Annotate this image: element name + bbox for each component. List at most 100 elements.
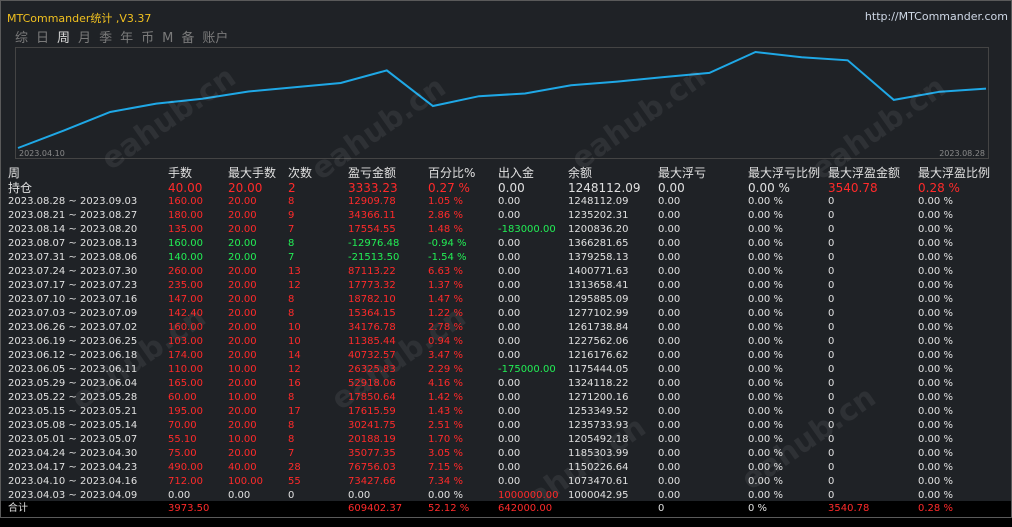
cell-lots: 135.00 xyxy=(168,224,203,235)
cell-week: 2023.07.31 ~ 2023.08.06 xyxy=(8,252,138,263)
cell-percent: 3.05 % xyxy=(428,448,463,459)
cell-cash-flow: 0.00 xyxy=(498,196,521,207)
weekly-stats-table: 周 手数 最大手数 次数 盈亏金额 百分比% 出入金 余额 最大浮亏 最大浮亏比例 最大浮盈金额 最大… xyxy=(8,165,1010,503)
cell-balance: 1313658.41 xyxy=(568,280,629,291)
cell-cash-flow: 出入金 xyxy=(498,166,535,180)
cell-cash-flow: 0.00 xyxy=(498,336,521,347)
cell-max-lots: 10.00 xyxy=(228,434,257,445)
cell-cash-flow: 0.00 xyxy=(498,210,521,221)
cell-max-float-loss: 0.00 xyxy=(658,322,681,333)
cell-max-float-loss-ratio: 0.00 % xyxy=(748,448,783,459)
website-link[interactable]: http://MTCommander.com xyxy=(865,10,1008,23)
tab-1[interactable]: 日 xyxy=(36,31,49,47)
cell-count: 次数 xyxy=(288,166,313,180)
cell-pnl: 87113.22 xyxy=(348,266,396,277)
tab-8[interactable]: 备 xyxy=(181,31,194,47)
cell-max-float-loss: 0.00 xyxy=(658,434,681,445)
cell-max-float-profit: 0 xyxy=(828,252,835,263)
cell-week: 2023.06.26 ~ 2023.07.02 xyxy=(8,322,138,333)
cell-max-float-loss: 0.00 xyxy=(658,476,681,487)
cell-cash-flow: 0.00 xyxy=(498,406,521,417)
cell-max-float-profit: 0 xyxy=(828,210,835,221)
cell-max-float-loss: 0.00 xyxy=(658,392,681,403)
cell-max-float-loss: 0.00 xyxy=(658,266,681,277)
cell-max-float-profit-ratio: 0.00 % xyxy=(918,308,953,319)
cell-cash-flow: 0.00 xyxy=(498,181,525,195)
cell-max-float-profit: 0 xyxy=(828,224,835,235)
cell-max-float-profit-ratio: 0.28 % xyxy=(918,181,960,195)
table-row: 2023.05.01 ~ 2023.05.07 55.10 10.00 8 20188.… xyxy=(8,433,1010,447)
cell-max-float-profit-ratio: 最大浮盈比例 xyxy=(918,166,991,180)
cell-balance: 1261738.84 xyxy=(568,322,629,333)
cell-lots: 180.00 xyxy=(168,210,203,221)
tab-9[interactable]: 账户 xyxy=(202,31,228,47)
cell-max-lots: 10.00 xyxy=(228,392,257,403)
tab-2[interactable]: 周 xyxy=(57,31,70,47)
cell-max-float-profit-ratio: 0.00 % xyxy=(918,392,953,403)
table-row: 2023.06.26 ~ 2023.07.02 160.00 20.00 10 3417… xyxy=(8,321,1010,335)
tab-5[interactable]: 年 xyxy=(120,31,133,47)
cell-percent: 3.47 % xyxy=(428,350,463,361)
cell-balance: 1150226.64 xyxy=(568,462,629,473)
cell-pnl: -12976.48 xyxy=(348,238,400,249)
cell-max-float-loss-ratio: 0.00 % xyxy=(748,378,783,389)
cell-max-float-profit: 0 xyxy=(828,294,835,305)
cell-week: 2023.08.14 ~ 2023.08.20 xyxy=(8,224,138,235)
cell-max-float-profit-ratio: 0.00 % xyxy=(918,462,953,473)
cell-count: 7 xyxy=(288,224,295,235)
cell-max-lots: 20.00 xyxy=(228,196,257,207)
cell-week: 2023.08.07 ~ 2023.08.13 xyxy=(8,238,138,249)
cell-week: 2023.04.24 ~ 2023.04.30 xyxy=(8,448,138,459)
cell-max-lots: 100.00 xyxy=(228,476,263,487)
cell-lots: 75.00 xyxy=(168,448,197,459)
cell-percent: -1.54 % xyxy=(428,252,467,263)
table-row: 2023.08.07 ~ 2023.08.13 160.00 20.00 8 -1297… xyxy=(8,237,1010,251)
cell-max-float-profit: 0 xyxy=(828,308,835,319)
table-row: 2023.04.24 ~ 2023.04.30 75.00 20.00 7 35077.… xyxy=(8,447,1010,461)
cell-max-lots: 最大手数 xyxy=(228,166,277,180)
cell-balance: 1253349.52 xyxy=(568,406,629,417)
cell-max-float-loss-ratio: 0.00 % xyxy=(748,420,783,431)
tab-3[interactable]: 月 xyxy=(78,31,91,47)
cell-week: 2023.07.17 ~ 2023.07.23 xyxy=(8,280,138,291)
cell-cash-flow: 0.00 xyxy=(498,238,521,249)
cell-percent: 1.70 % xyxy=(428,434,463,445)
cell-lots: 140.00 xyxy=(168,252,203,263)
cell-max-float-loss: 0.00 xyxy=(658,252,681,263)
cell-max-lots: 20.00 xyxy=(228,181,263,195)
balance-line xyxy=(17,50,987,149)
cell-cash-flow: 0.00 xyxy=(498,420,521,431)
cell-cash-flow: 0.00 xyxy=(498,266,521,277)
cell-balance: 1235202.31 xyxy=(568,210,629,221)
cell-max-float-profit-ratio: 0.00 % xyxy=(918,196,953,207)
cell-pnl: 30241.75 xyxy=(348,420,396,431)
cell-max-float-profit: 0 xyxy=(828,280,835,291)
cell-max-float-loss: 0.00 xyxy=(658,448,681,459)
cell-count: 12 xyxy=(288,280,301,291)
cell-balance: 1073470.61 xyxy=(568,476,629,487)
period-tabs: 综日周月季年币 M 备账户 xyxy=(15,31,236,47)
cell-percent: 2.86 % xyxy=(428,210,463,221)
cell-max-float-loss-ratio: 最大浮亏比例 xyxy=(748,166,821,180)
cell-count: 8 xyxy=(288,392,295,403)
tab-0[interactable]: 综 xyxy=(15,31,28,47)
cell-max-float-profit-ratio: 0.00 % xyxy=(918,252,953,263)
cell-max-float-profit-ratio: 0.00 % xyxy=(918,280,953,291)
cell-pnl: 17773.32 xyxy=(348,280,396,291)
cell-max-float-loss-ratio: 0.00 % xyxy=(748,434,783,445)
tab-6[interactable]: 币 xyxy=(141,31,154,47)
tab-7[interactable]: M xyxy=(162,31,173,47)
cell-max-float-profit: 0 xyxy=(828,392,835,403)
cell-lots: 60.00 xyxy=(168,392,197,403)
tab-4[interactable]: 季 xyxy=(99,31,112,47)
cell-max-float-loss-ratio: 0.00 % xyxy=(748,350,783,361)
cell-percent: 2.29 % xyxy=(428,364,463,375)
cell-cash-flow: 0.00 xyxy=(498,280,521,291)
cell-max-float-profit-ratio: 0.00 % xyxy=(918,476,953,487)
cell-max-float-loss: 0.00 xyxy=(658,350,681,361)
cell-percent: 0.94 % xyxy=(428,336,463,347)
cell-max-float-loss-ratio: 0.00 % xyxy=(748,364,783,375)
cell-count: 8 xyxy=(288,420,295,431)
table-row: 2023.07.03 ~ 2023.07.09 142.40 20.00 8 15364… xyxy=(8,307,1010,321)
cell-max-float-loss-ratio: 0.00 % xyxy=(748,196,783,207)
